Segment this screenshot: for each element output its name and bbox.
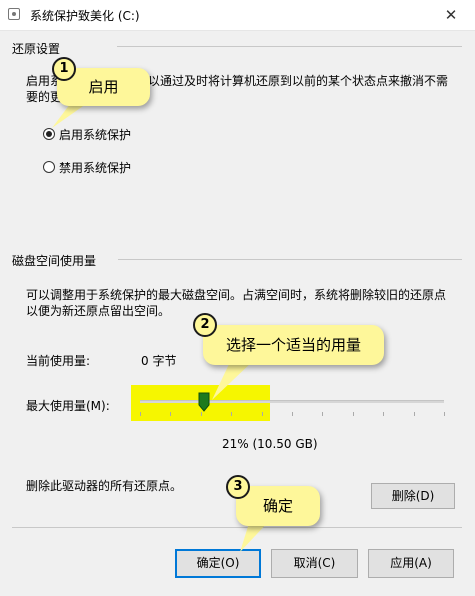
callout-3-number: 3 xyxy=(226,475,250,499)
callout-2-box: 选择一个适当的用量 xyxy=(203,325,384,365)
callout-2-pointer xyxy=(212,362,252,400)
callout-2-number: 2 xyxy=(193,313,217,337)
callout-1-number: 1 xyxy=(52,57,76,81)
callout-1-pointer xyxy=(52,104,86,128)
